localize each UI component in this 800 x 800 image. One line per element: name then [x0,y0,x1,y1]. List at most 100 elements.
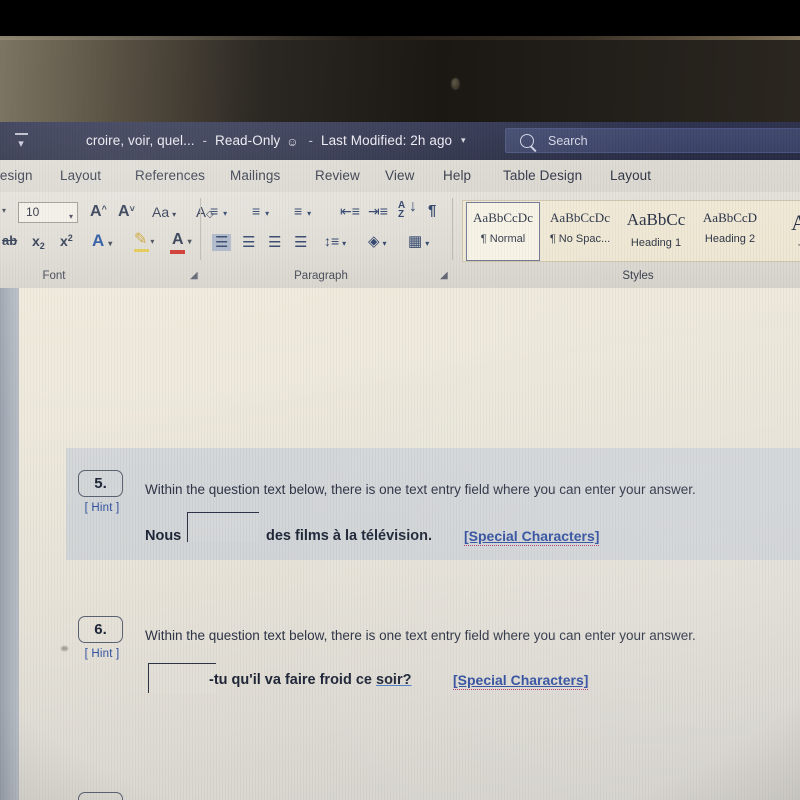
style-preview: AaBbCcDc [473,210,533,225]
tab-review[interactable]: Review [315,164,360,188]
styles-gallery: AaBbCcDc ¶ Normal AaBbCcDc ¶ No Spac... … [462,200,800,262]
tab-mailings[interactable]: Mailings [230,164,280,188]
paragraph-group-label: Paragraph [294,270,348,282]
text-entry-field[interactable] [187,512,259,542]
style-name: ¶ No Spac... [549,233,611,245]
hint-link[interactable]: [ Hint ] [78,502,126,514]
last-modified-label: Last Modified: 2h ago [320,133,453,148]
style-heading-1[interactable]: AaBbCc Heading 1 [619,203,693,260]
numbering-icon[interactable]: ≡ ▾ [252,204,269,218]
question-number: 7. [78,792,123,800]
screen-smudge [61,646,68,651]
line-spacing-icon[interactable]: ↕≡ ▾ [324,234,346,248]
text-entry-field[interactable] [148,663,216,693]
question-number: 5. [78,470,123,497]
tab-references[interactable]: References [135,164,205,188]
title-dropdown-caret-icon[interactable]: ▾ [461,130,466,150]
paragraph-dialog-launcher-icon[interactable]: ◢ [440,270,448,281]
sentence-prefix: Nous [145,528,182,544]
align-left-icon[interactable]: ☰ [212,234,232,251]
laptop-bezel [0,36,800,122]
chevron-down-icon[interactable]: ▾ [12,133,30,150]
sentence-suffix: des films à la télévision. [266,528,433,544]
strikethrough-icon[interactable]: ab [2,234,17,247]
document-left-gutter [0,288,19,800]
shrink-font-icon[interactable]: A˅ [118,204,135,220]
style-title[interactable]: Aa Tit [767,203,800,260]
tab-view[interactable]: View [385,164,414,188]
title-separator-1: - [202,133,208,148]
font-size-value: 10 [26,205,40,219]
style-preview: AaBbCcDc [550,210,610,225]
style-preview: AaBbCcD [702,210,758,225]
style-heading-2[interactable]: AaBbCcD Heading 2 [693,203,767,260]
borders-icon[interactable]: ▦ ▾ [408,234,429,249]
font-group-label: Font [42,270,66,282]
document-page[interactable]: 5. [ Hint ] Within the question text bel… [19,288,800,800]
highlight-color-swatch [134,249,149,252]
read-only-label: Read-Only [214,133,281,148]
search-input[interactable]: Search [505,128,800,153]
align-center-icon[interactable]: ☰ [242,235,255,250]
question-instructions: Within the question text below, there is… [145,628,696,643]
ribbon-body: ▾ 10 ▾ A^ A˅ Aa ▾ A◇ ab x2 x2 A ▾ ✎ ▾ A ▾ Fo… [0,192,800,288]
multilevel-list-icon[interactable]: ≡ ▾ [294,204,311,218]
show-paragraph-marks-icon[interactable]: ¶ [428,203,436,218]
decrease-indent-icon[interactable]: ⇤≡ [340,204,360,218]
tab-help[interactable]: Help [443,164,471,188]
style-name: Heading 2 [704,233,756,245]
search-icon [520,134,534,148]
highlight-icon[interactable]: ✎ ▾ [134,232,154,248]
special-characters-link[interactable]: [Special Characters] [453,672,589,690]
justify-icon[interactable]: ☰ [294,235,307,250]
font-size-combobox[interactable]: 10 ▾ [18,202,78,223]
sentence-suffix: -tu qu'il va faire froid ce soir? [209,672,411,688]
tab-table-design[interactable]: Table Design [503,164,582,188]
hint-link[interactable]: [ Hint ] [78,648,126,660]
screenshot-root: ▾ croire, voir, quel... - Read-Only ☺ - … [0,0,800,800]
change-case-icon[interactable]: Aa ▾ [152,205,176,219]
style-name: Heading 1 [630,237,682,249]
document-area[interactable]: 5. [ Hint ] Within the question text bel… [0,288,800,800]
style-name: Tit [767,243,800,255]
sort-icon[interactable]: A Z ↓ [398,199,417,220]
style-no-spacing[interactable]: AaBbCcDc ¶ No Spac... [543,203,617,260]
search-placeholder: Search [548,134,588,148]
webcam-icon [451,78,460,90]
style-preview: Aa [791,210,800,235]
font-dialog-launcher-icon[interactable]: ◢ [190,270,198,281]
ribbon-tab-row: Design Layout References Mailings Review… [0,160,800,192]
special-characters-link[interactable]: [Special Characters] [464,528,600,546]
align-right-icon[interactable]: ☰ [268,235,281,250]
title-separator-2: - [308,133,314,148]
style-preview: AaBbCc [626,210,686,229]
spellcheck-word: soir? [376,672,412,688]
superscript-icon[interactable]: x2 [60,234,73,249]
style-normal[interactable]: AaBbCcDc ¶ Normal [466,202,540,261]
font-size-caret-icon[interactable]: ▾ [69,207,73,226]
styles-group-label: Styles [622,270,654,282]
photo-top-black-band [0,0,800,38]
font-color-icon[interactable]: A ▾ [172,232,192,248]
text-effects-icon[interactable]: A ▾ [92,232,112,249]
question-instructions: Within the question text below, there is… [145,482,696,497]
increase-indent-icon[interactable]: ⇥≡ [368,204,388,218]
grow-font-icon[interactable]: A^ [90,204,107,220]
tab-table-layout[interactable]: Layout [610,164,651,188]
document-title-text: croire, voir, quel... [86,133,195,148]
special-characters-label: [Special Characters] [464,528,600,546]
tab-design[interactable]: Design [0,164,33,188]
window-title-bar: ▾ croire, voir, quel... - Read-Only ☺ - … [0,120,800,160]
person-icon: ☺ [286,135,299,149]
laptop-screen: ▾ croire, voir, quel... - Read-Only ☺ - … [0,120,800,800]
subscript-icon[interactable]: x2 [32,234,45,251]
style-name: ¶ Normal [480,233,526,245]
font-name-caret-icon[interactable]: ▾ [2,206,6,215]
laptop-bezel-highlight [0,36,800,40]
sentence-suffix-text: -tu qu'il va faire froid ce [209,672,372,688]
document-title: croire, voir, quel... - Read-Only ☺ - La… [86,130,466,150]
shading-icon[interactable]: ◈ ▾ [368,234,387,249]
special-characters-label: [Special Characters] [453,672,589,690]
tab-layout[interactable]: Layout [60,164,101,188]
bullets-icon[interactable]: ≡ ▾ [210,204,227,218]
